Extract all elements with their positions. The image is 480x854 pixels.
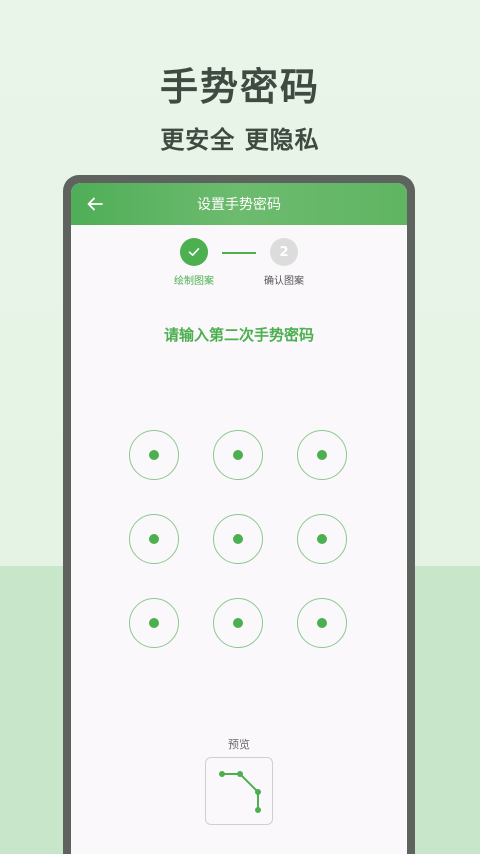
pattern-node-dot — [149, 618, 159, 628]
phone-frame: 设置手势密码 绘制图案 2 确认图案 请输入第二次手势密码 预览 — [63, 175, 415, 854]
pattern-preview-drawing — [219, 771, 261, 813]
promo-subtitle: 更安全 更隐私 — [160, 126, 320, 154]
pattern-node-dot — [149, 534, 159, 544]
pattern-node-dot — [233, 534, 243, 544]
pattern-node-1[interactable] — [129, 430, 179, 480]
pattern-node-3[interactable] — [297, 430, 347, 480]
pattern-node-7[interactable] — [129, 598, 179, 648]
pattern-node-5[interactable] — [213, 514, 263, 564]
pattern-node-dot — [317, 534, 327, 544]
pattern-node-4[interactable] — [129, 514, 179, 564]
pattern-preview — [205, 757, 273, 825]
pattern-node-2[interactable] — [213, 430, 263, 480]
preview-path-line — [222, 773, 259, 810]
preview-path-node — [219, 771, 225, 777]
preview-label: 预览 — [228, 738, 250, 751]
pattern-node-8[interactable] — [213, 598, 263, 648]
pattern-node-dot — [149, 450, 159, 460]
promo-title: 手势密码 — [159, 65, 320, 109]
preview-path-node — [255, 807, 261, 813]
preview-path-node — [237, 771, 243, 777]
phone-screen: 设置手势密码 绘制图案 2 确认图案 请输入第二次手势密码 预览 — [71, 183, 407, 854]
pattern-node-dot — [317, 618, 327, 628]
pattern-node-dot — [317, 450, 327, 460]
pattern-node-dot — [233, 618, 243, 628]
pattern-grid[interactable] — [71, 183, 407, 683]
preview-path-node — [255, 789, 261, 795]
pattern-node-6[interactable] — [297, 514, 347, 564]
pattern-node-9[interactable] — [297, 598, 347, 648]
pattern-node-dot — [233, 450, 243, 460]
